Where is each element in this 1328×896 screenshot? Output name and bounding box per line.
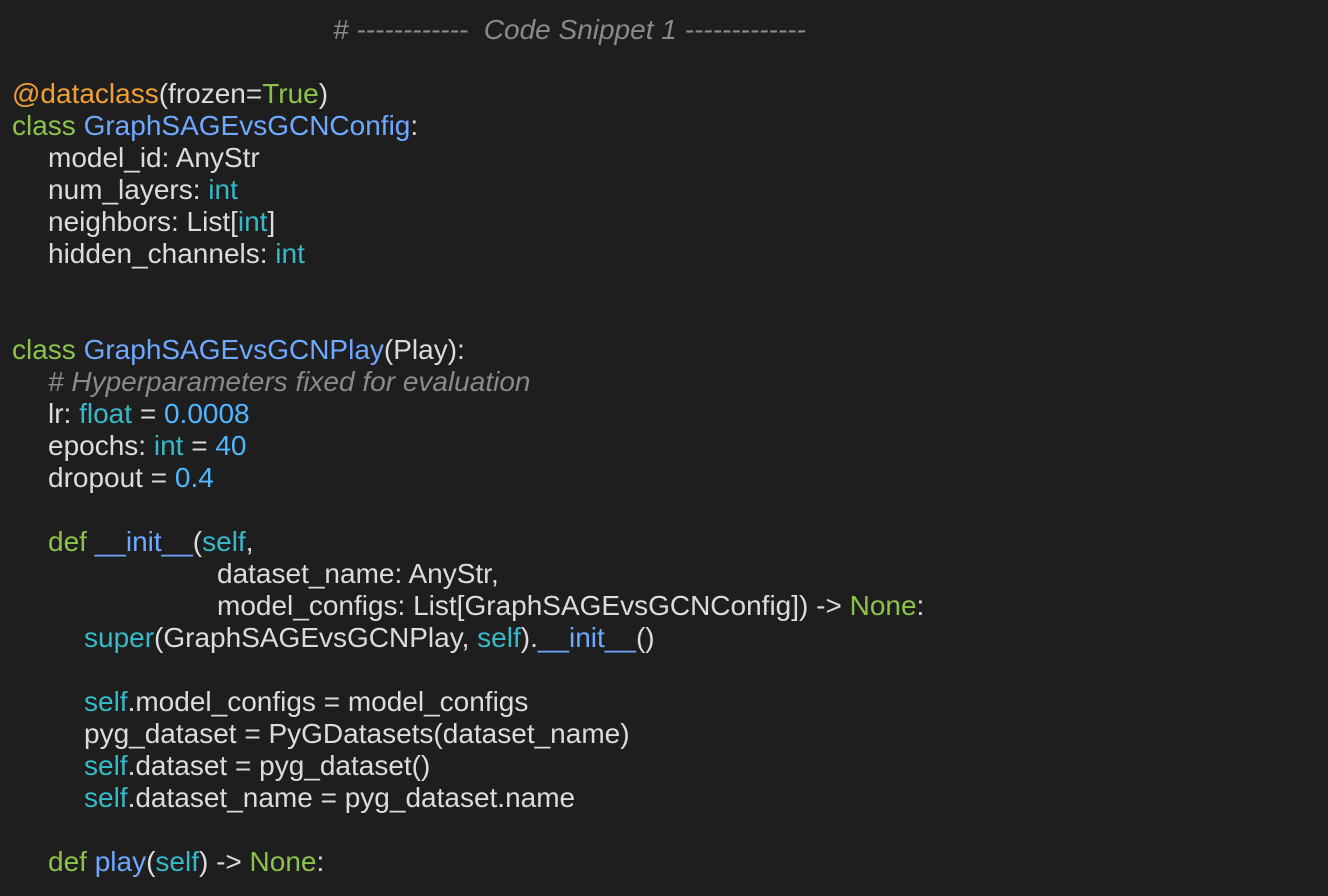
code-line: pyg_dataset = PyGDatasets(dataset_name): [84, 718, 630, 750]
code-token: (GraphSAGEvsGCNPlay,: [154, 622, 478, 653]
code-token: .dataset_name = pyg_dataset.name: [127, 782, 576, 813]
code-token: int: [237, 206, 268, 237]
code-token: self: [155, 846, 199, 877]
code-line: self.dataset = pyg_dataset(): [84, 750, 430, 782]
code-token: .dataset = pyg_dataset(): [127, 750, 431, 781]
code-line: dropout = 0.4: [48, 462, 214, 494]
code-token: self: [84, 782, 128, 813]
code-token: GraphSAGEvsGCNConfig: [83, 110, 411, 141]
code-token: ,: [245, 526, 254, 557]
code-token: neighbors: List[: [48, 206, 238, 237]
code-token: pyg_dataset = PyGDatasets(dataset_name): [84, 718, 630, 749]
code-token: self: [477, 622, 521, 653]
code-editor[interactable]: # ------------ Code Snippet 1 ----------…: [0, 0, 1328, 896]
code-token: def: [48, 846, 95, 877]
code-token: ): [318, 78, 329, 109]
code-token: def: [48, 526, 95, 557]
code-line: hidden_channels: int: [48, 238, 305, 270]
code-token: epochs:: [48, 430, 154, 461]
code-line: model_configs: List[GraphSAGEvsGCNConfig…: [217, 590, 924, 622]
code-line: super(GraphSAGEvsGCNPlay, self).__init__…: [84, 622, 655, 654]
code-token: (frozen=: [158, 78, 263, 109]
code-line: def __init__(self,: [48, 526, 253, 558]
code-token: model_configs: List[GraphSAGEvsGCNConfig…: [217, 590, 850, 621]
code-token: :: [410, 110, 419, 141]
code-line: lr: float = 0.0008: [48, 398, 250, 430]
code-token: dropout =: [48, 462, 175, 493]
code-line: # Hyperparameters fixed for evaluation: [48, 366, 530, 398]
code-token: :: [316, 846, 325, 877]
code-token: dataset_name: AnyStr,: [217, 558, 499, 589]
code-token: ).: [520, 622, 538, 653]
code-token: True: [262, 78, 319, 109]
code-token: @dataclass: [12, 78, 159, 109]
code-token: hidden_channels:: [48, 238, 276, 269]
code-line: class GraphSAGEvsGCNPlay(Play):: [12, 334, 465, 366]
code-token: int: [208, 174, 238, 205]
code-token: =: [183, 430, 216, 461]
code-token: 40: [215, 430, 247, 461]
code-token: =: [132, 398, 164, 429]
code-line: epochs: int = 40: [48, 430, 247, 462]
code-token: __init__: [537, 622, 636, 653]
code-token: self: [202, 526, 246, 557]
code-token: (): [635, 622, 655, 653]
code-token: # Hyperparameters fixed for evaluation: [48, 366, 531, 397]
code-token: None: [849, 590, 917, 621]
code-token: (Play):: [383, 334, 465, 365]
code-token: None: [249, 846, 317, 877]
code-line: def play(self) -> None:: [48, 846, 324, 878]
code-token: __init__: [94, 526, 193, 557]
code-token: .model_configs = model_configs: [127, 686, 529, 717]
code-token: lr:: [48, 398, 80, 429]
code-token: int: [153, 430, 184, 461]
code-token: :: [916, 590, 925, 621]
code-token: float: [79, 398, 133, 429]
code-token: model_id: AnyStr: [48, 142, 260, 173]
code-token: class: [12, 110, 84, 141]
code-line: self.dataset_name = pyg_dataset.name: [84, 782, 575, 814]
code-token: super: [84, 622, 155, 653]
code-line: @dataclass(frozen=True): [12, 78, 328, 110]
code-token: int: [275, 238, 305, 269]
code-line: neighbors: List[int]: [48, 206, 275, 238]
code-token: play: [94, 846, 147, 877]
code-token: self: [84, 686, 128, 717]
code-line: dataset_name: AnyStr,: [217, 558, 499, 590]
code-token: (: [146, 846, 156, 877]
code-line: self.model_configs = model_configs: [84, 686, 528, 718]
code-token: ]: [267, 206, 276, 237]
code-token: self: [84, 750, 128, 781]
code-token: 0.4: [174, 462, 214, 493]
code-token: GraphSAGEvsGCNPlay: [83, 334, 384, 365]
code-line: model_id: AnyStr: [48, 142, 260, 174]
code-token: class: [12, 334, 84, 365]
code-line: num_layers: int: [48, 174, 238, 206]
code-token: num_layers:: [48, 174, 209, 205]
code-token: 0.0008: [163, 398, 250, 429]
code-token: ) ->: [198, 846, 250, 877]
code-token: (: [192, 526, 203, 557]
code-line: class GraphSAGEvsGCNConfig:: [12, 110, 418, 142]
snippet-title-comment: # ------------ Code Snippet 1 ----------…: [333, 14, 806, 45]
